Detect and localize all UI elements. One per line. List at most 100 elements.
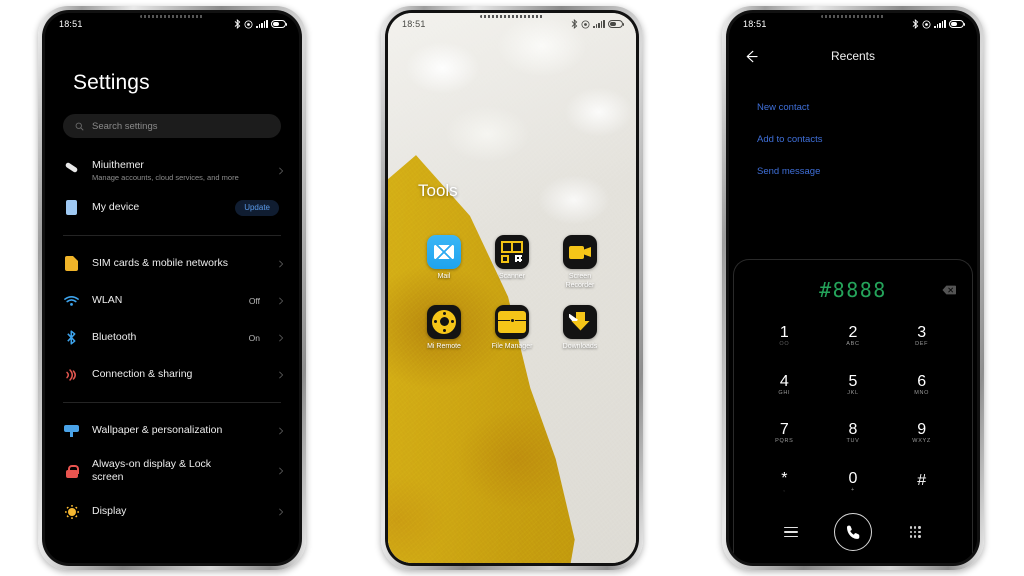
search-icon [75,122,84,131]
phone-home-screen: 18:51 Tools Mail Scanner Screen Recorder… [381,6,643,570]
key-letters: DEF [915,341,929,347]
quick-links: New contact Add to contacts Send message [729,77,977,187]
app-mi-remote[interactable]: Mi Remote [410,304,478,352]
key-digit: 3 [917,324,927,341]
key-digit: 5 [848,372,858,390]
status-time: 18:51 [402,19,426,29]
phone-screen-dialer: 18:51 Recents New contact Add to contact… [729,13,977,563]
sidebar-item-wlan[interactable]: WLAN Off [45,282,299,319]
settings-row-value: On [248,332,260,343]
key-9[interactable]: 9 WXYZ [887,409,956,458]
location-icon [581,20,590,28]
settings-row-label: Miuithemer [92,158,144,171]
dialpad-button[interactable] [884,526,946,538]
earpiece-grille-icon [140,15,204,18]
location-icon [922,20,931,28]
phone-settings: 18:51 Settings Search settings Miuitheme… [38,6,306,570]
app-file-manager[interactable]: File Manager [478,304,546,352]
tools-folder: 18:51 Tools Mail Scanner Screen Recorder… [388,13,636,563]
sidebar-item-display[interactable]: Display [45,493,299,530]
call-button[interactable] [834,513,872,551]
phone-screen-settings: 18:51 Settings Search settings Miuitheme… [45,13,299,563]
settings-list: Miuithemer Manage accounts, cloud servic… [45,152,299,530]
phone-bezel: 18:51 Recents New contact Add to contact… [726,10,980,566]
key-letters: TUV [846,438,860,444]
sidebar-item-miuithemer[interactable]: Miuithemer Manage accounts, cloud servic… [45,152,299,189]
dialed-number: #8888 [819,278,887,302]
battery-icon [608,20,625,28]
settings-row-label: SIM cards & mobile networks [92,256,228,269]
mail-envelope-icon [427,235,461,269]
update-badge[interactable]: Update [235,199,279,216]
settings-row-label: WLAN [92,293,123,306]
key-digit: 0 [848,469,858,487]
key-8[interactable]: 8 TUV [819,409,888,458]
wifi-icon [63,295,80,307]
bluetooth-icon [234,19,241,29]
link-send-message[interactable]: Send message [757,155,949,187]
signal-bars-icon [256,19,268,28]
settings-row-label: Bluetooth [92,330,137,343]
app-scanner[interactable]: Scanner [478,235,546,291]
chevron-right-icon [279,297,284,304]
menu-button[interactable] [760,526,822,538]
phone-screen-home: 18:51 Tools Mail Scanner Screen Recorder… [388,13,636,563]
status-icons [912,19,966,29]
sidebar-item-aod-lock-screen[interactable]: Always-on display & Lock screen [45,449,299,493]
search-input[interactable]: Search settings [63,114,281,138]
brightness-sun-icon [63,504,80,519]
app-screen-recorder[interactable]: Screen Recorder [546,235,614,291]
phone-handset-icon [846,525,859,539]
settings-row-label: Display [92,504,127,517]
key-digit: 9 [917,421,927,438]
key-2[interactable]: 2 ABC [819,312,888,361]
number-display[interactable]: #8888 [748,274,958,306]
key-digit: * [781,469,788,487]
key-digit: 4 [779,372,789,390]
link-new-contact[interactable]: New contact [757,91,949,123]
key-4[interactable]: 4 GHI [750,361,819,410]
app-label: Scanner [498,273,526,280]
earpiece-grille-icon [480,15,544,18]
settings-row-label: Wallpaper & personalization [92,423,223,436]
key-1[interactable]: 1 OO [750,312,819,361]
key-letters: WXYZ [912,438,931,444]
chevron-right-icon [279,467,284,475]
key-6[interactable]: 6 MNO [887,361,956,410]
app-mail[interactable]: Mail [410,235,478,291]
phone-bezel: 18:51 Tools Mail Scanner Screen Recorder… [385,10,639,566]
settings-row-label: My device [92,200,140,213]
sidebar-item-sim-cards[interactable]: SIM cards & mobile networks [45,245,299,282]
sidebar-item-bluetooth[interactable]: Bluetooth On [45,319,299,356]
device-icon [63,200,80,215]
app-label: Downloads [562,342,598,350]
signal-bars-icon [934,19,946,28]
key-5[interactable]: 5 JKL [819,361,888,410]
sidebar-item-my-device[interactable]: My device Update [45,189,299,226]
app-downloads[interactable]: Downloads [546,304,614,352]
battery-icon [949,20,966,28]
key-star[interactable]: *, [750,458,819,507]
signal-bars-icon [593,19,605,28]
menu-hamburger-icon [784,526,798,538]
key-hash[interactable]: # [887,458,956,507]
dialer-app: 18:51 Recents New contact Add to contact… [729,13,977,563]
key-0[interactable]: 0 + [819,458,888,507]
earpiece-grille-icon [821,15,885,18]
app-grid: Mail Scanner Screen Recorder Mi Remote F… [388,235,636,351]
key-7[interactable]: 7 PQRS [750,409,819,458]
divider [63,235,281,236]
key-3[interactable]: 3 DEF [887,312,956,361]
backspace-icon[interactable] [942,285,956,296]
dialer-header: Recents [729,35,977,77]
link-add-to-contacts[interactable]: Add to contacts [757,123,949,155]
sidebar-item-wallpaper[interactable]: Wallpaper & personalization [45,412,299,449]
sidebar-item-connection-sharing[interactable]: Connection & sharing [45,356,299,393]
wallpaper-icon [63,424,80,437]
key-letters: ABC [846,341,860,347]
bluetooth-icon [571,19,578,29]
screenshot-stage: 18:51 Settings Search settings Miuitheme… [0,0,1024,576]
app-label: Mail [437,273,451,280]
chevron-right-icon [279,508,284,515]
